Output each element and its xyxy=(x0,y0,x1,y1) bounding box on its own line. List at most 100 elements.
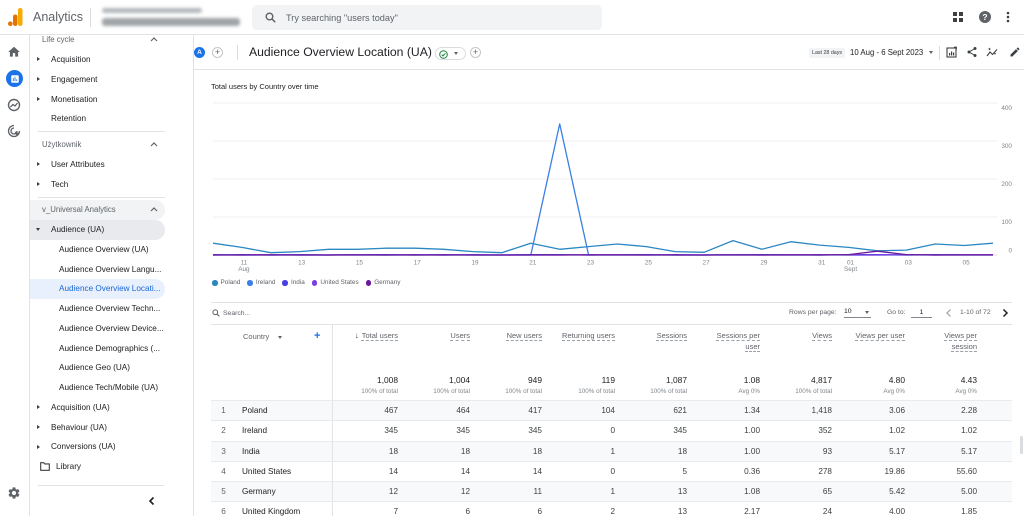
insights-icon[interactable] xyxy=(986,46,998,58)
column-label[interactable]: Users xyxy=(450,331,470,342)
column-label[interactable]: Views per user xyxy=(856,331,905,342)
home-icon[interactable] xyxy=(7,45,21,59)
column-label[interactable]: Views per session xyxy=(919,331,977,352)
apps-icon[interactable] xyxy=(951,10,965,24)
sidebar-item-label: Audience Tech/Mobile (UA) xyxy=(59,383,159,393)
column-label[interactable]: Sessions xyxy=(657,331,687,342)
comparison-avatar[interactable]: A xyxy=(194,47,205,58)
sidebar-subitem[interactable]: Audience Overview Techn... xyxy=(30,299,193,319)
date-preset-label[interactable]: Last 28 days xyxy=(809,48,846,58)
add-dimension-button[interactable]: + xyxy=(314,330,320,342)
report-status-dropdown[interactable] xyxy=(435,47,466,60)
sidebar-item-acquisition-ua[interactable]: Acquisition (UA) xyxy=(30,398,193,418)
country-cell[interactable]: United Kingdom xyxy=(236,502,333,516)
sidebar-item-monetisation[interactable]: Monetisation xyxy=(30,89,193,109)
add-comparison-button[interactable]: + xyxy=(212,47,223,58)
sidebar-subitem[interactable]: Audience Overview (UA) xyxy=(30,240,193,260)
rows-per-page-select[interactable]: 10 xyxy=(844,307,871,318)
search-box[interactable] xyxy=(252,5,602,30)
table-row[interactable]: 2 Ireland 345 345 345 0 345 1.00 352 1.02 1.02 xyxy=(211,420,1012,441)
advertising-icon[interactable] xyxy=(7,124,21,138)
dimension-selector[interactable]: Country xyxy=(243,332,269,342)
legend-item-poland[interactable]: Poland xyxy=(212,279,240,287)
sidebar-item-audience-ua[interactable]: Audience (UA) xyxy=(30,219,165,240)
sidebar-item-engagement[interactable]: Engagement xyxy=(30,70,193,90)
property-selector[interactable] xyxy=(100,6,242,30)
legend-item-ireland[interactable]: Ireland xyxy=(247,279,275,287)
sidebar-item-user-attributes[interactable]: User Attributes xyxy=(30,155,193,175)
collapse-sidebar-button[interactable] xyxy=(145,494,159,508)
analytics-logo[interactable] xyxy=(8,8,23,26)
country-cell[interactable]: Germany xyxy=(236,482,333,502)
explore-icon[interactable] xyxy=(7,98,21,112)
country-cell[interactable]: Ireland xyxy=(236,421,333,441)
sidebar-item-tech[interactable]: Tech xyxy=(30,174,193,194)
sidebar-item-library[interactable]: Library xyxy=(30,457,193,477)
table-row[interactable]: 4 United States 14 14 14 0 5 0.36 278 19.86 55.60 xyxy=(211,460,1012,482)
column-label[interactable]: Returning users xyxy=(562,331,615,342)
country-cell[interactable]: India xyxy=(236,441,333,461)
metric-cell: 345 xyxy=(384,426,398,436)
sort-descending-icon[interactable]: ↓ xyxy=(355,331,359,342)
scrollbar-thumb[interactable] xyxy=(1020,436,1023,454)
next-page-button[interactable] xyxy=(1001,308,1009,318)
sidebar-item-label: Audience Overview (UA) xyxy=(59,244,149,254)
sidebar-subitem[interactable]: Audience Demographics (... xyxy=(30,338,193,358)
gear-icon[interactable] xyxy=(7,486,21,500)
sidebar-item-acquisition[interactable]: Acquisition xyxy=(30,50,193,70)
column-header[interactable]: ↓ Total users 1,008 100% of total xyxy=(333,324,398,400)
column-header[interactable]: Returning users 119 100% of total xyxy=(542,324,615,400)
table-search-input[interactable] xyxy=(223,308,343,319)
column-header[interactable]: Views per session 4.43 Avg 0% xyxy=(905,324,977,400)
section-header-user[interactable]: Użytkownik xyxy=(30,135,193,155)
table-row[interactable]: 3 India 18 18 18 1 18 1.00 93 5.17 5.17 xyxy=(211,440,1012,461)
section-header-universal-analytics[interactable]: v_Universal Analytics xyxy=(30,200,165,220)
add-button[interactable]: + xyxy=(470,47,481,58)
table-row[interactable]: 5 Germany 12 12 11 1 13 1.08 65 5.42 5.00 xyxy=(211,481,1012,502)
column-header[interactable]: Users 1,004 100% of total xyxy=(398,324,470,400)
column-header[interactable]: Views 4,817 100% of total xyxy=(760,324,832,400)
chevron-down-icon[interactable] xyxy=(929,51,933,54)
app-name[interactable]: Analytics xyxy=(33,10,83,25)
sidebar-subitem[interactable]: Audience Geo (UA) xyxy=(30,358,193,378)
column-header[interactable]: Views per user 4.80 Avg 0% xyxy=(832,324,905,400)
chevron-up-icon[interactable] xyxy=(150,206,158,212)
legend-item-india[interactable]: India xyxy=(282,279,305,287)
sidebar-subitem[interactable]: Audience Tech/Mobile (UA) xyxy=(30,378,193,398)
section-header-life-cycle[interactable]: Life cycle xyxy=(30,35,193,50)
help-icon[interactable]: ? xyxy=(978,10,992,24)
edit-icon[interactable] xyxy=(1009,46,1021,58)
sidebar-subitem[interactable]: Audience Overview Langu... xyxy=(30,259,193,279)
country-cell[interactable]: Poland xyxy=(236,401,333,421)
column-header[interactable]: Sessions 1,087 100% of total xyxy=(615,324,687,400)
legend-item-united-states[interactable]: United States xyxy=(311,279,359,287)
chevron-up-icon[interactable] xyxy=(150,36,158,42)
column-label[interactable]: Sessions per user xyxy=(702,331,760,352)
share-icon[interactable] xyxy=(966,46,978,58)
legend-item-germany[interactable]: Germany xyxy=(365,279,400,287)
column-label[interactable]: New users xyxy=(507,331,542,342)
column-label[interactable]: Views xyxy=(812,331,832,342)
date-range-picker[interactable]: 10 Aug - 6 Sept 2023 xyxy=(850,47,923,58)
sidebar-subitem[interactable]: Audience Overview Device... xyxy=(30,319,193,339)
column-label[interactable]: ↓ Total users xyxy=(355,331,398,342)
more-vert-icon[interactable] xyxy=(1001,10,1015,24)
sidebar-item-retention[interactable]: Retention xyxy=(30,109,193,129)
column-total-percent: 100% of total xyxy=(433,388,470,395)
sidebar-item-conversions-ua[interactable]: Conversions (UA) xyxy=(30,437,193,457)
column-header[interactable]: Sessions per user 1.08 Avg 0% xyxy=(687,324,760,400)
reports-icon[interactable] xyxy=(6,70,23,87)
country-cell[interactable]: United States xyxy=(236,461,333,482)
caret-right-icon xyxy=(37,57,40,62)
go-to-page-input[interactable] xyxy=(911,307,932,318)
sidebar-item-behaviour-ua[interactable]: Behaviour (UA) xyxy=(30,417,193,437)
customize-report-icon[interactable] xyxy=(946,46,958,58)
sidebar-subitem-selected[interactable]: Audience Overview Locati... xyxy=(30,279,165,299)
column-header[interactable]: New users 949 100% of total xyxy=(470,324,542,400)
chevron-up-icon[interactable] xyxy=(150,141,158,147)
table-row[interactable]: 1 Poland 467 464 417 104 621 1.34 1,418 3.06 2.28 xyxy=(211,400,1012,421)
chevron-down-icon[interactable] xyxy=(278,336,282,339)
previous-page-button[interactable] xyxy=(945,308,953,318)
search-input[interactable] xyxy=(286,9,586,26)
table-row[interactable]: 6 United Kingdom 7 6 6 2 13 2.17 24 4.00 1.85 xyxy=(211,501,1012,516)
